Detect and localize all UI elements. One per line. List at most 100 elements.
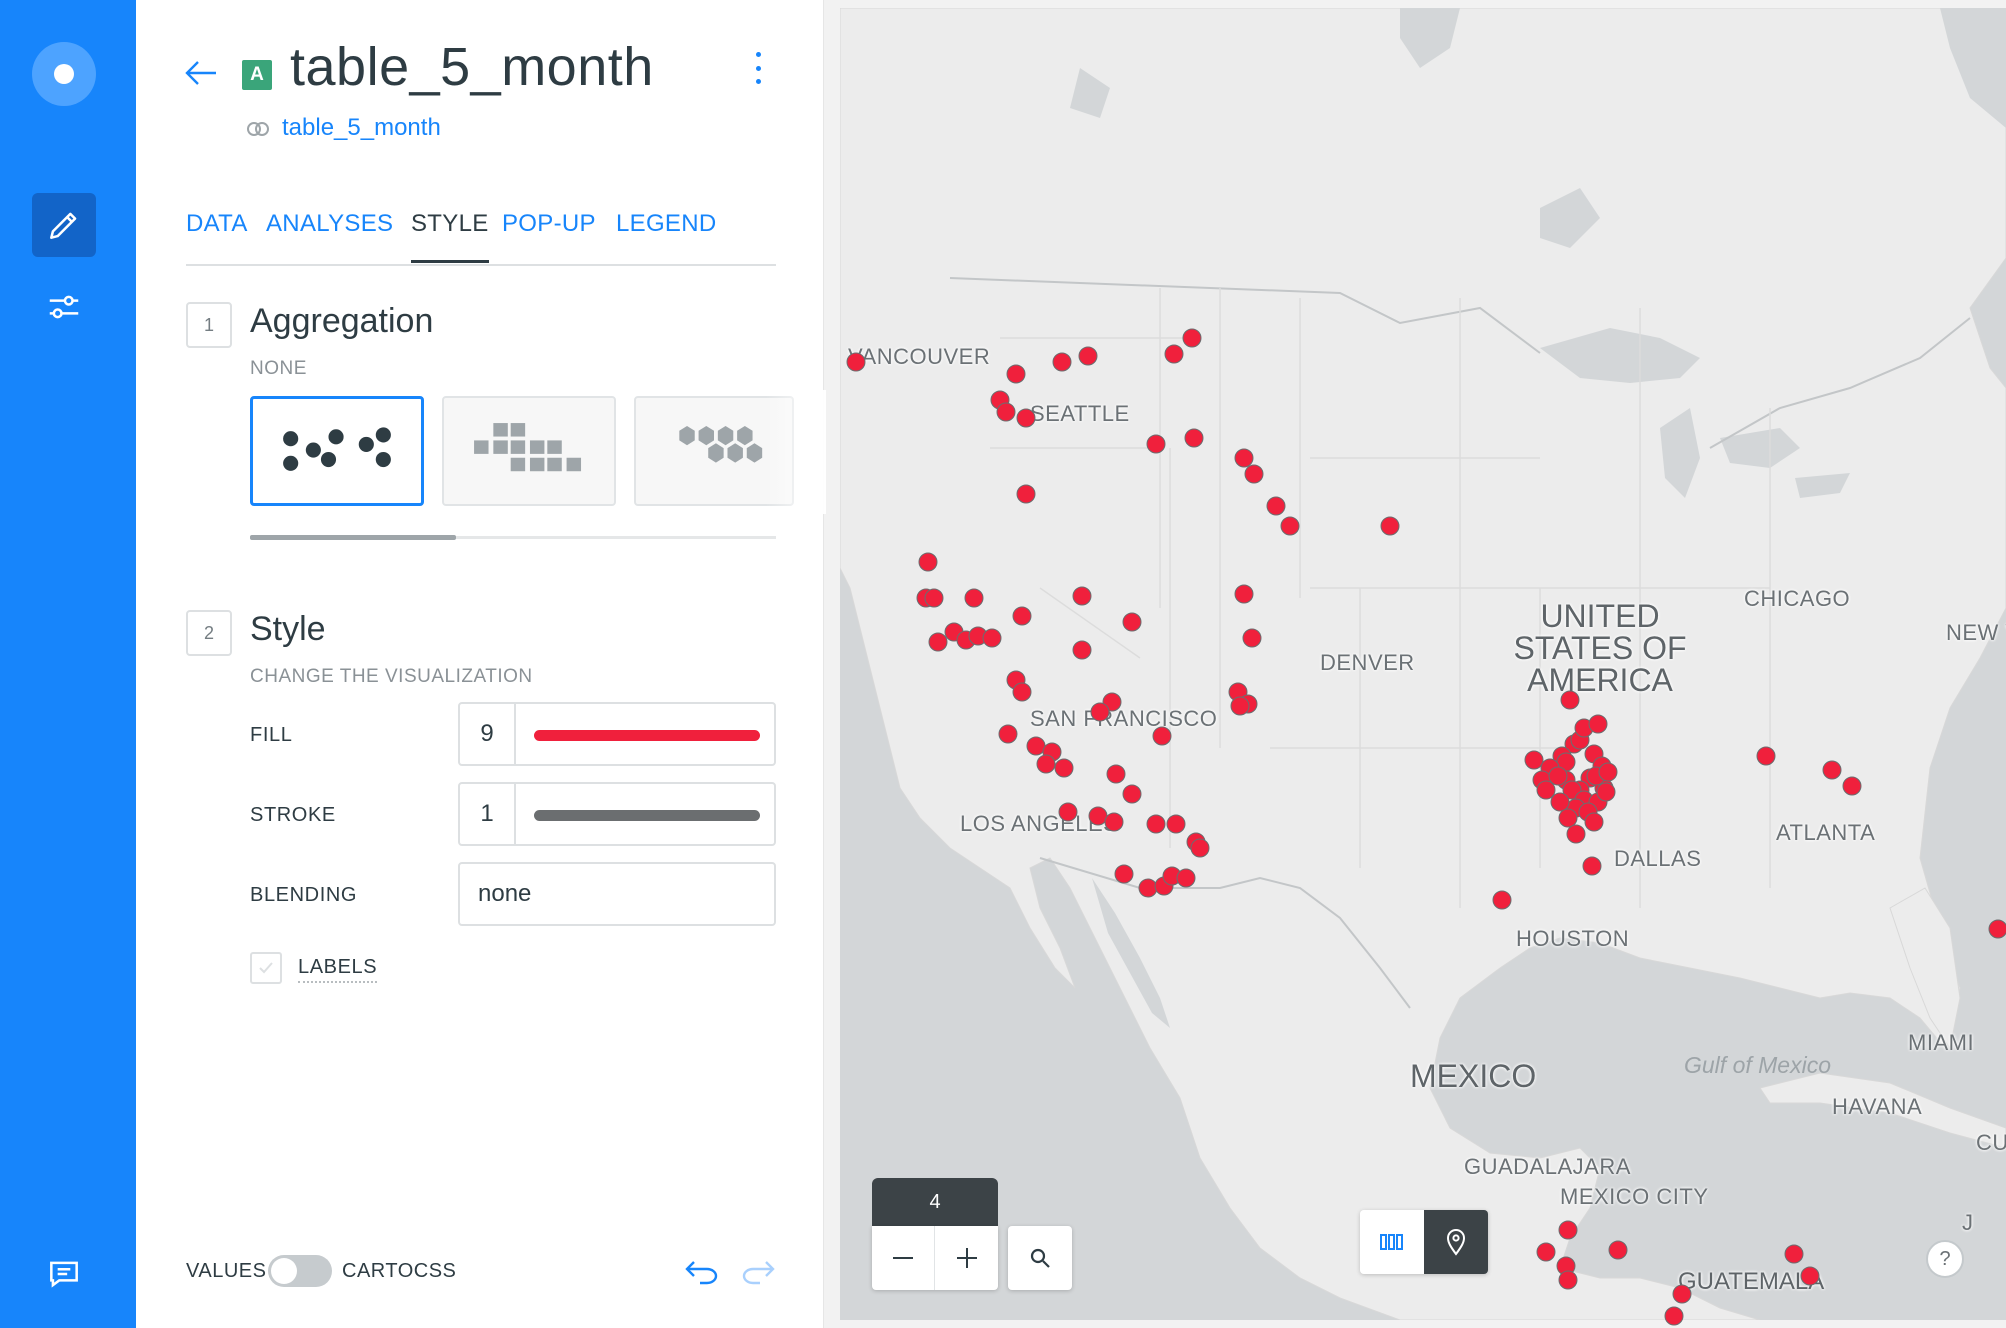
data-point[interactable] bbox=[1492, 890, 1512, 910]
data-point[interactable] bbox=[1800, 1266, 1820, 1286]
data-point[interactable] bbox=[1784, 1244, 1804, 1264]
data-point[interactable] bbox=[964, 588, 984, 608]
data-point[interactable] bbox=[1090, 702, 1110, 722]
points-layer[interactable] bbox=[826, 0, 2006, 1328]
data-point[interactable] bbox=[1560, 690, 1580, 710]
undo-icon[interactable] bbox=[684, 1256, 720, 1286]
data-point[interactable] bbox=[1244, 464, 1264, 484]
widgets-filter-button[interactable] bbox=[32, 275, 96, 339]
data-point[interactable] bbox=[1164, 344, 1184, 364]
data-point[interactable] bbox=[1152, 726, 1172, 746]
data-point[interactable] bbox=[1104, 812, 1124, 832]
data-point[interactable] bbox=[1582, 856, 1602, 876]
data-point[interactable] bbox=[1052, 352, 1072, 372]
data-point[interactable] bbox=[998, 724, 1018, 744]
map-search-button[interactable] bbox=[1008, 1226, 1072, 1290]
redo-icon[interactable] bbox=[740, 1256, 776, 1286]
data-point[interactable] bbox=[1584, 812, 1604, 832]
values-mode-label[interactable]: VALUES bbox=[186, 1260, 266, 1283]
data-point[interactable] bbox=[1058, 802, 1078, 822]
stroke-field[interactable]: 1 bbox=[458, 782, 776, 846]
data-point[interactable] bbox=[1380, 516, 1400, 536]
stroke-size[interactable]: 1 bbox=[460, 784, 516, 844]
data-point[interactable] bbox=[1146, 814, 1166, 834]
data-point[interactable] bbox=[1122, 784, 1142, 804]
tab-analyses[interactable]: ANALYSES bbox=[266, 210, 393, 260]
help-button[interactable]: ? bbox=[1926, 1240, 1964, 1278]
data-point[interactable] bbox=[1242, 628, 1262, 648]
carousel-scrollbar-thumb[interactable] bbox=[250, 535, 456, 540]
aggregation-option-squares[interactable] bbox=[442, 396, 616, 506]
data-point[interactable] bbox=[1596, 782, 1616, 802]
data-point[interactable] bbox=[1054, 758, 1074, 778]
data-point[interactable] bbox=[1548, 766, 1568, 786]
data-point[interactable] bbox=[1036, 754, 1056, 774]
data-point[interactable] bbox=[1088, 806, 1108, 826]
feedback-button[interactable] bbox=[32, 1242, 96, 1306]
zoom-out-button[interactable] bbox=[872, 1226, 935, 1290]
fill-size[interactable]: 9 bbox=[460, 704, 516, 764]
map-canvas[interactable]: VANCOUVER SEATTLE SAN FRANCISCO LOS ANGE… bbox=[826, 0, 2006, 1328]
data-point[interactable] bbox=[1026, 736, 1046, 756]
fill-color-swatch[interactable] bbox=[534, 730, 760, 741]
tab-data[interactable]: DATA bbox=[186, 210, 248, 260]
carto-logo[interactable] bbox=[32, 42, 96, 106]
data-point[interactable] bbox=[1114, 864, 1134, 884]
widgets-view-button[interactable] bbox=[1360, 1210, 1424, 1274]
data-point[interactable] bbox=[982, 628, 1002, 648]
back-arrow-icon[interactable] bbox=[184, 58, 218, 88]
data-point[interactable] bbox=[1550, 792, 1570, 812]
data-point[interactable] bbox=[1536, 780, 1556, 800]
data-point[interactable] bbox=[924, 588, 944, 608]
data-point[interactable] bbox=[1588, 714, 1608, 734]
data-point[interactable] bbox=[918, 552, 938, 572]
fill-field[interactable]: 9 bbox=[458, 702, 776, 766]
data-point[interactable] bbox=[1598, 762, 1618, 782]
data-point[interactable] bbox=[1842, 776, 1862, 796]
data-point[interactable] bbox=[1012, 606, 1032, 626]
labels-label[interactable]: LABELS bbox=[298, 956, 378, 983]
data-point[interactable] bbox=[996, 402, 1016, 422]
data-point[interactable] bbox=[1234, 448, 1254, 468]
data-point[interactable] bbox=[1558, 808, 1578, 828]
cartocss-mode-label[interactable]: CARTOCSS bbox=[342, 1260, 456, 1283]
data-point[interactable] bbox=[1524, 750, 1544, 770]
data-point[interactable] bbox=[1190, 838, 1210, 858]
cartocss-toggle[interactable] bbox=[268, 1255, 332, 1287]
data-point[interactable] bbox=[1280, 516, 1300, 536]
tab-style[interactable]: STYLE bbox=[411, 210, 489, 263]
zoom-in-button[interactable] bbox=[935, 1226, 998, 1290]
data-point[interactable] bbox=[1012, 682, 1032, 702]
data-point[interactable] bbox=[1672, 1284, 1692, 1304]
tab-popup[interactable]: POP-UP bbox=[502, 210, 596, 260]
data-point[interactable] bbox=[1078, 346, 1098, 366]
data-point[interactable] bbox=[1558, 1270, 1578, 1290]
data-point[interactable] bbox=[1072, 640, 1092, 660]
data-point[interactable] bbox=[1536, 1242, 1556, 1262]
data-point[interactable] bbox=[1822, 760, 1842, 780]
data-point[interactable] bbox=[1608, 1240, 1628, 1260]
data-point[interactable] bbox=[1664, 1306, 1684, 1326]
data-point[interactable] bbox=[1756, 746, 1776, 766]
data-point[interactable] bbox=[1558, 1220, 1578, 1240]
data-point[interactable] bbox=[1184, 428, 1204, 448]
data-point[interactable] bbox=[1176, 868, 1196, 888]
data-point[interactable] bbox=[1566, 824, 1586, 844]
data-point[interactable] bbox=[1016, 484, 1036, 504]
data-point[interactable] bbox=[1182, 328, 1202, 348]
data-point[interactable] bbox=[1230, 696, 1250, 716]
dataset-source-link[interactable]: table_5_month bbox=[282, 114, 441, 142]
data-point[interactable] bbox=[1166, 814, 1186, 834]
tab-legend[interactable]: LEGEND bbox=[616, 210, 717, 260]
data-point[interactable] bbox=[1016, 408, 1036, 428]
aggregation-option-points[interactable] bbox=[250, 396, 424, 506]
data-point[interactable] bbox=[1006, 364, 1026, 384]
data-point[interactable] bbox=[1106, 764, 1126, 784]
layer-title[interactable]: table_5_month bbox=[290, 36, 654, 98]
labels-checkbox[interactable] bbox=[250, 952, 282, 984]
map-pin-view-button[interactable] bbox=[1424, 1210, 1488, 1274]
data-point[interactable] bbox=[1234, 584, 1254, 604]
blending-select[interactable]: none bbox=[458, 862, 776, 926]
data-point[interactable] bbox=[1072, 586, 1092, 606]
data-point[interactable] bbox=[1122, 612, 1142, 632]
